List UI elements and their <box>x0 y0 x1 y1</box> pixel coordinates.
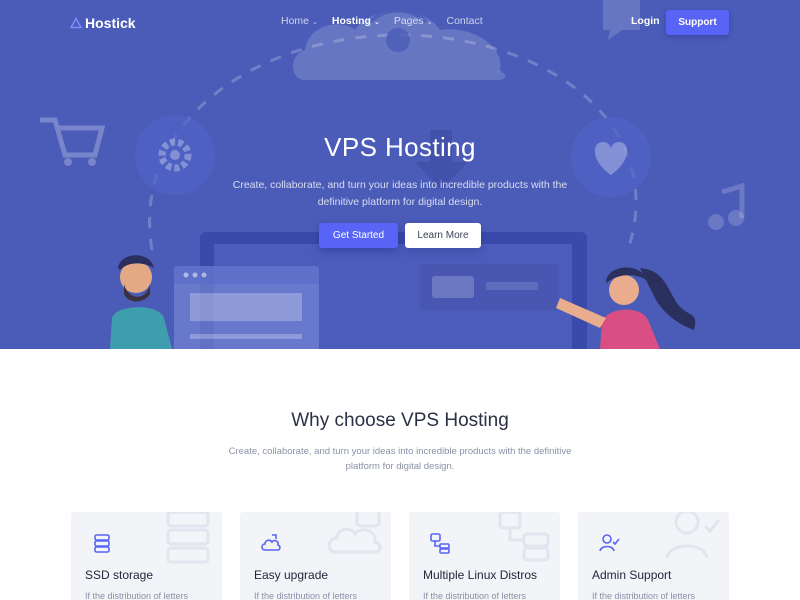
feature-title: Easy upgrade <box>254 568 329 582</box>
feature-card-admin-support[interactable]: Admin Support If the distribution of let… <box>578 512 729 600</box>
nav-item-home[interactable]: Home ⌄ <box>281 15 318 27</box>
feature-card-linux-distros[interactable]: Multiple Linux Distros If the distributi… <box>409 512 560 600</box>
feature-title: Multiple Linux Distros <box>423 568 538 582</box>
chevron-down-icon: ⌄ <box>373 19 380 26</box>
section-title: Why choose VPS Hosting <box>291 410 509 431</box>
navbar: Hostick Home ⌄ Hosting ⌄ Pages ⌄ Contact… <box>0 0 800 46</box>
server-icon <box>94 534 110 553</box>
hero-subtitle: Create, collaborate, and turn your ideas… <box>232 179 568 208</box>
feature-text: If the distribution of letters <box>85 591 189 600</box>
network-icon <box>498 512 550 562</box>
brand-name: Hostick <box>85 15 136 31</box>
cloud-icon <box>261 534 281 551</box>
feature-text: If the distribution of letters <box>592 591 696 600</box>
nav-item-label: Home <box>281 15 310 27</box>
chevron-down-icon: ⌄ <box>426 19 433 26</box>
feature-card-easy-upgrade[interactable]: Easy upgrade If the distribution of lett… <box>240 512 391 600</box>
get-started-button[interactable]: Get Started <box>319 223 398 248</box>
nav-item-label: Hosting <box>331 15 371 27</box>
nav-item-contact[interactable]: Contact <box>447 15 483 27</box>
nav-item-label: Pages <box>393 15 424 27</box>
hero-title: VPS Hosting <box>324 132 476 162</box>
user-check-icon <box>665 512 721 559</box>
section-subtitle: Create, collaborate, and turn your ideas… <box>228 446 572 472</box>
feature-text: If the distribution of letters <box>254 591 358 600</box>
chevron-down-icon: ⌄ <box>312 19 318 26</box>
support-button[interactable]: Support <box>666 10 729 35</box>
brand-logo[interactable]: Hostick <box>70 15 136 31</box>
feature-title: SSD storage <box>85 568 154 582</box>
network-icon <box>430 533 450 554</box>
server-icon <box>166 512 210 564</box>
hero-illustration <box>40 0 745 349</box>
learn-more-button[interactable]: Learn More <box>405 223 481 248</box>
cloud-icon <box>327 512 382 554</box>
nav-item-pages[interactable]: Pages ⌄ <box>394 15 433 27</box>
triangle-logo-icon <box>70 17 82 29</box>
main-nav: Home ⌄ Hosting ⌄ Pages ⌄ Contact <box>281 15 483 27</box>
nav-item-hosting[interactable]: Hosting ⌄ <box>332 15 380 27</box>
login-link[interactable]: Login <box>631 15 660 27</box>
feature-text: If the distribution of letters <box>423 591 527 600</box>
nav-item-label: Contact <box>446 15 483 27</box>
feature-title: Admin Support <box>592 568 672 582</box>
user-check-icon <box>599 534 620 552</box>
feature-card-ssd-storage[interactable]: SSD storage If the distribution of lette… <box>71 512 222 600</box>
hero-section <box>0 0 800 349</box>
